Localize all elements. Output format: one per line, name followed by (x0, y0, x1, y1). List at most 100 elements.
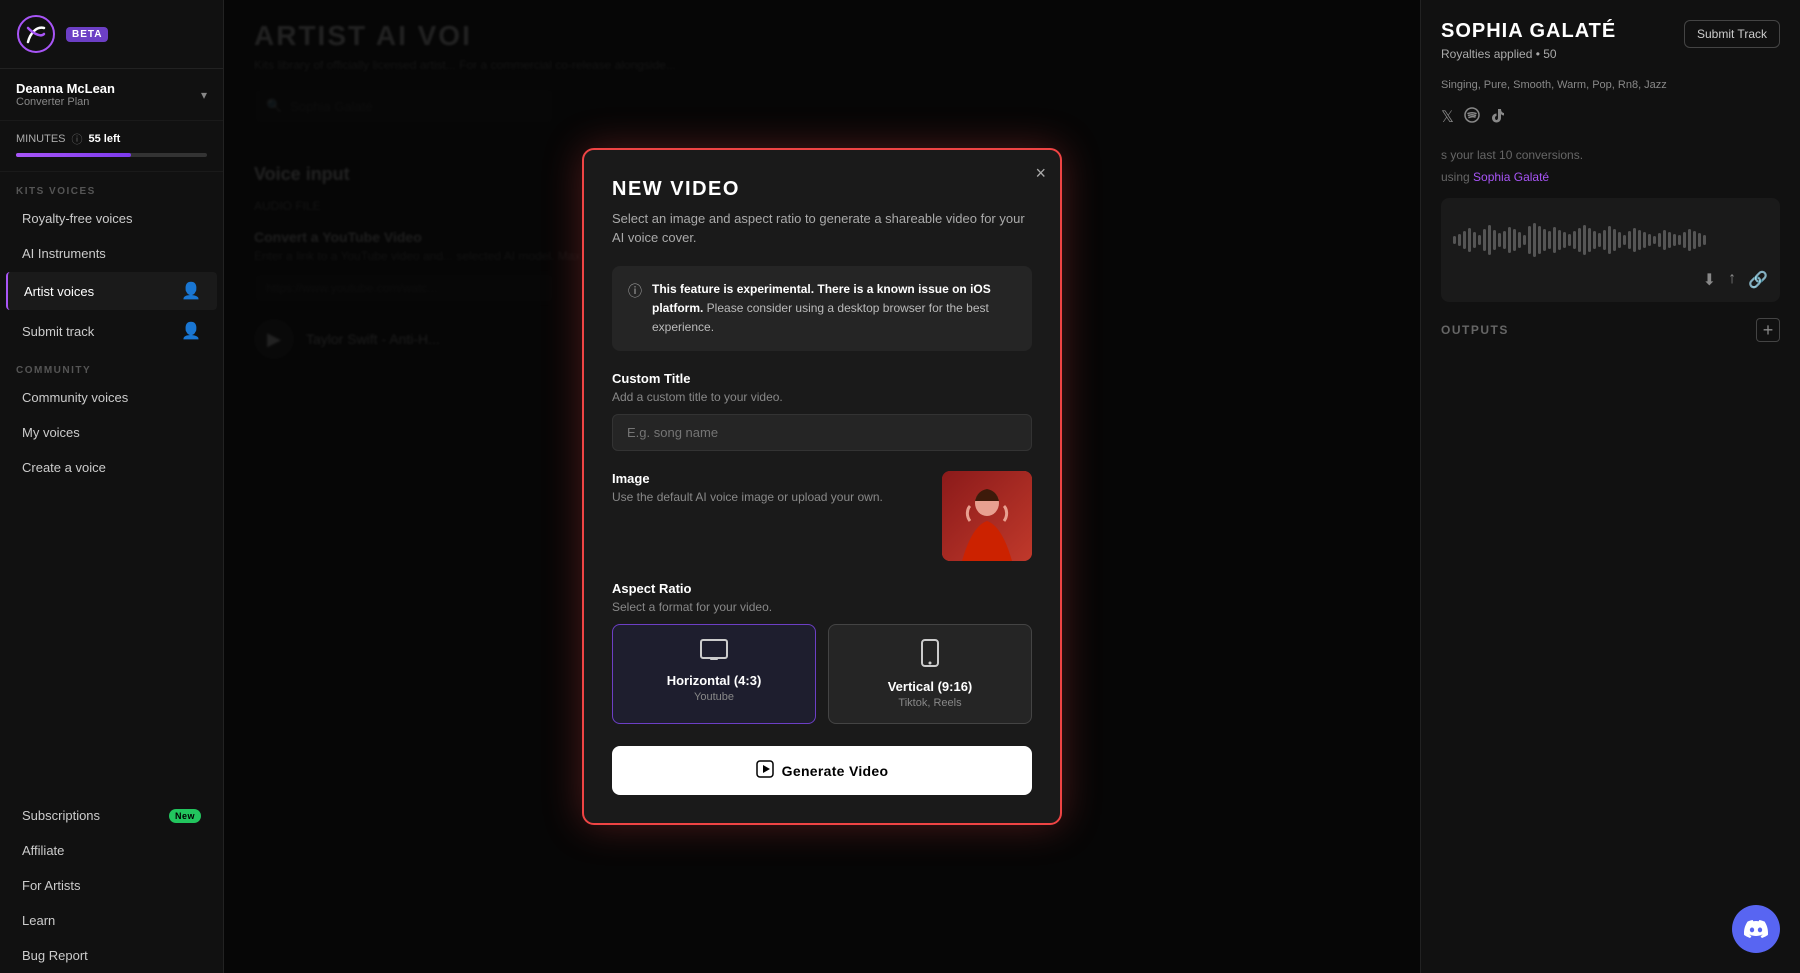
waveform-bar (1668, 232, 1671, 248)
waveform-bar (1453, 236, 1456, 244)
modal-title: NEW VIDEO (612, 178, 1032, 201)
waveform-bar (1703, 235, 1706, 245)
waveform-bar (1578, 228, 1581, 252)
waveform-bar (1493, 230, 1496, 250)
waveform-bar (1693, 231, 1696, 249)
modal-close-button[interactable]: × (1035, 164, 1046, 182)
waveform-bar (1643, 232, 1646, 248)
kits-voices-section-label: KITS VOICES (0, 172, 223, 201)
horizontal-sub: Youtube (694, 691, 734, 703)
waveform-bar (1658, 233, 1661, 247)
new-video-modal: × NEW VIDEO Select an image and aspect r… (582, 148, 1062, 826)
waveform-bar (1678, 235, 1681, 245)
main-content: ARTIST AI VOI Kits library of officially… (224, 0, 1420, 973)
download-icon[interactable]: ⬇ (1703, 270, 1716, 290)
sidebar-item-community-voices[interactable]: Community voices (6, 381, 217, 414)
right-panel: SOPHIA GALATÉ Royalties applied • 50 Sub… (1420, 0, 1800, 973)
vertical-phone-icon (921, 639, 939, 673)
sidebar-item-create-voice[interactable]: Create a voice (6, 451, 217, 484)
image-thumb-inner (942, 471, 1032, 561)
submit-track-button[interactable]: Submit Track (1684, 20, 1780, 48)
aspect-options: Horizontal (4:3) Youtube Vertical (9:16)… (612, 624, 1032, 724)
waveform-bar (1463, 231, 1466, 249)
user-plan: Converter Plan (16, 96, 115, 108)
waveform-bar (1553, 227, 1556, 253)
waveform-bar (1603, 230, 1606, 250)
waveform-bar (1458, 234, 1461, 246)
waveform-bar (1633, 228, 1636, 252)
link-icon[interactable]: 🔗 (1748, 270, 1768, 290)
sidebar-item-royalty-free[interactable]: Royalty-free voices (6, 202, 217, 235)
waveform-bar (1628, 231, 1631, 249)
tiktok-icon[interactable] (1490, 107, 1506, 128)
waveform-bar (1513, 229, 1516, 251)
waveform (1453, 220, 1768, 260)
sidebar-item-learn[interactable]: Learn (6, 904, 217, 937)
info-text: This feature is experimental. There is a… (652, 280, 1016, 338)
artist-thumbnail-svg (942, 471, 1032, 561)
sidebar-item-my-voices[interactable]: My voices (6, 416, 217, 449)
artist-ref: Sophia Galaté (1473, 170, 1549, 184)
sidebar-item-submit-track[interactable]: Submit track 👤 (6, 312, 217, 350)
discord-button[interactable] (1732, 905, 1780, 953)
waveform-bar (1483, 229, 1486, 251)
vertical-label: Vertical (9:16) (888, 679, 973, 694)
minutes-area: MINUTES ⓘ 55 left (0, 121, 223, 172)
user-chevron-icon: ▾ (201, 88, 207, 102)
waveform-bar (1613, 229, 1616, 251)
waveform-bar (1653, 236, 1656, 244)
waveform-bar (1688, 229, 1691, 251)
sidebar-item-bug-report[interactable]: Bug Report (6, 939, 217, 972)
aspect-hint: Select a format for your video. (612, 600, 1032, 614)
modal-overlay[interactable]: × NEW VIDEO Select an image and aspect r… (224, 0, 1420, 973)
waveform-bar (1588, 228, 1591, 252)
social-icons: 𝕏 (1441, 107, 1780, 128)
twitter-icon[interactable]: 𝕏 (1441, 107, 1454, 128)
waveform-bar (1683, 232, 1686, 248)
vertical-sub: Tiktok, Reels (898, 697, 961, 709)
waveform-area: ⬇ ↑ 🔗 (1441, 198, 1780, 302)
waveform-bar (1663, 230, 1666, 250)
waveform-bar (1698, 233, 1701, 247)
sidebar-item-artist-voices[interactable]: Artist voices 👤 (6, 272, 217, 310)
aspect-option-horizontal[interactable]: Horizontal (4:3) Youtube (612, 624, 816, 724)
sidebar-item-for-artists[interactable]: For Artists (6, 869, 217, 902)
aspect-option-vertical[interactable]: Vertical (9:16) Tiktok, Reels (828, 624, 1032, 724)
waveform-bar (1473, 232, 1476, 248)
waveform-bar (1618, 232, 1621, 248)
user-area[interactable]: Deanna McLean Converter Plan ▾ (0, 69, 223, 121)
spotify-icon[interactable] (1464, 107, 1480, 128)
waveform-bar (1498, 233, 1501, 247)
progress-bar-bg (16, 153, 207, 157)
waveform-bar (1508, 227, 1511, 253)
waveform-bar (1623, 235, 1626, 245)
image-hint: Use the default AI voice image or upload… (612, 490, 926, 504)
waveform-bar (1518, 232, 1521, 248)
user-info: Deanna McLean Converter Plan (16, 81, 115, 108)
info-circle-icon: ⓘ (628, 281, 642, 301)
custom-title-input[interactable] (612, 414, 1032, 451)
waveform-bar (1563, 232, 1566, 248)
waveform-bar (1583, 225, 1586, 255)
minutes-count: 55 left (89, 133, 121, 145)
sidebar-item-subscriptions[interactable]: Subscriptions New (6, 799, 217, 832)
add-output-icon[interactable]: + (1756, 318, 1780, 342)
waveform-bar (1468, 228, 1471, 252)
waveform-bar (1548, 231, 1551, 249)
waveform-bar (1593, 231, 1596, 249)
custom-title-hint: Add a custom title to your video. (612, 390, 1032, 404)
image-thumbnail[interactable] (942, 471, 1032, 561)
sidebar-item-affiliate[interactable]: Affiliate (6, 834, 217, 867)
generate-video-button[interactable]: Generate Video (612, 746, 1032, 795)
waveform-bar (1503, 231, 1506, 249)
sidebar-item-ai-instruments[interactable]: AI Instruments (6, 237, 217, 270)
modal-subtitle: Select an image and aspect ratio to gene… (612, 209, 1032, 248)
sidebar: BETA Deanna McLean Converter Plan ▾ MINU… (0, 0, 224, 973)
waveform-bar (1543, 229, 1546, 251)
waveform-bar (1573, 231, 1576, 249)
waveform-bar (1478, 235, 1481, 245)
image-section: Image Use the default AI voice image or … (612, 471, 1032, 561)
share-icon[interactable]: ↑ (1728, 270, 1736, 290)
waveform-bar (1488, 225, 1491, 255)
waveform-bar (1673, 234, 1676, 246)
